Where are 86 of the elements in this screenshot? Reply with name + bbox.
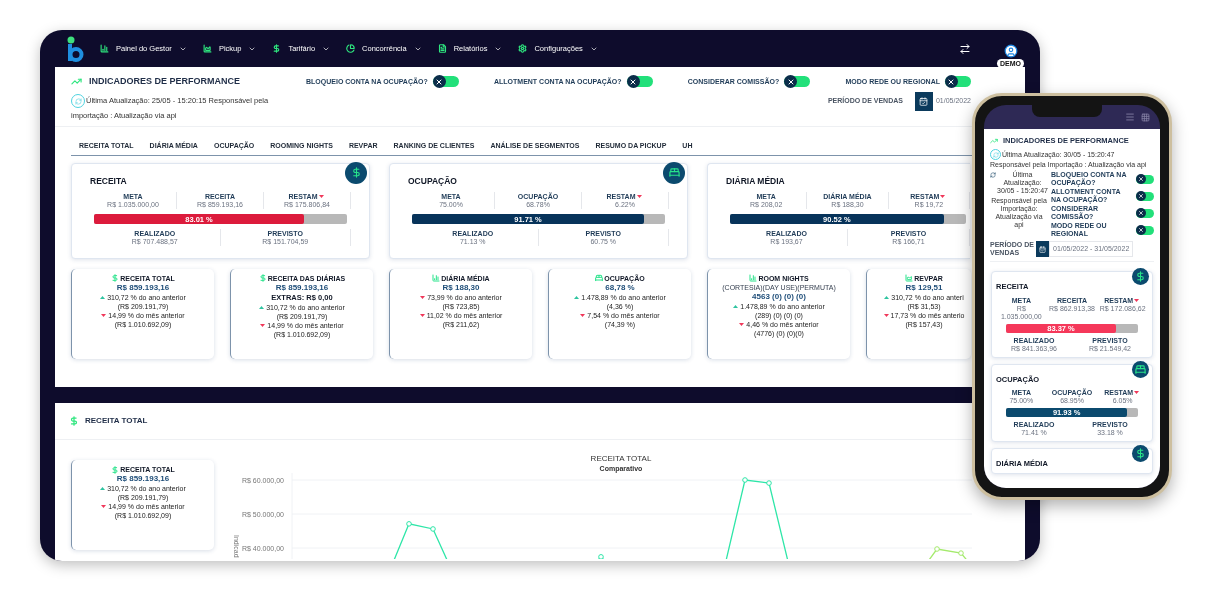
- card-value: R$ 859.193,16: [116, 282, 170, 293]
- down-caret-icon: [883, 313, 889, 317]
- up-caret-icon: [884, 295, 890, 299]
- down-caret-icon: [580, 313, 586, 317]
- toggle-switch[interactable]: [1136, 174, 1154, 184]
- toggle-switch[interactable]: [626, 76, 653, 88]
- trend-chart-icon: [990, 136, 998, 145]
- up-caret-icon: [100, 487, 106, 490]
- data-point: [958, 550, 964, 556]
- data-point: [766, 480, 772, 486]
- grid-icon[interactable]: [1141, 112, 1150, 122]
- pie-chart-icon: [346, 44, 356, 53]
- calendar-button[interactable]: [1036, 241, 1049, 258]
- down-caret-icon: [318, 195, 324, 199]
- card-title: OCUPAÇÃO: [408, 174, 457, 188]
- x-icon: [629, 77, 638, 86]
- down-caret-icon: [636, 195, 642, 199]
- bar-chart-icon: [432, 274, 441, 282]
- data-point: [934, 546, 940, 552]
- bar-chart-icon: [100, 44, 109, 53]
- avatar-icon[interactable]: [1003, 43, 1018, 58]
- card-value: R$ 129,51: [905, 282, 943, 293]
- up-caret-icon: [733, 304, 739, 308]
- calendar-icon: [919, 96, 929, 106]
- dollar-icon: [345, 161, 367, 184]
- area-chart-icon: [202, 44, 212, 53]
- down-caret-icon: [940, 195, 946, 199]
- x-icon: [947, 77, 956, 86]
- dollar-icon: [1132, 444, 1149, 462]
- bed-icon: [1132, 360, 1149, 378]
- down-caret-icon: [739, 322, 745, 326]
- x-icon: [1138, 176, 1144, 183]
- x-icon: [1138, 210, 1144, 217]
- dollar-icon: [272, 44, 282, 53]
- calendar-icon: [1039, 245, 1046, 253]
- data-point: [742, 477, 748, 483]
- chart-title: RECEITA TOTAL: [590, 454, 652, 464]
- toggle-switch[interactable]: [1136, 208, 1154, 218]
- refresh-icon[interactable]: [990, 172, 996, 179]
- up-caret-icon: [259, 305, 265, 309]
- card-value: R$ 859.193,16: [275, 282, 329, 293]
- settings-icon: [518, 44, 528, 53]
- dollar-icon: [111, 274, 120, 282]
- down-caret-icon: [419, 313, 425, 317]
- page-title: INDICADORES DE PERFORMANCE: [89, 75, 240, 88]
- bed-icon: [663, 161, 685, 184]
- dollar-icon: [1132, 268, 1149, 286]
- card-title: RECEITA: [90, 174, 127, 188]
- data-point: [406, 521, 412, 527]
- card-value: 68,78 %: [605, 282, 635, 293]
- down-caret-icon: [1134, 390, 1140, 394]
- toggle-switch[interactable]: [784, 76, 811, 88]
- down-caret-icon: [260, 323, 266, 327]
- refresh-icon: [74, 97, 82, 105]
- down-caret-icon: [101, 313, 107, 317]
- card-value: 4563 (0) (0) (0): [752, 291, 806, 302]
- x-icon: [1138, 227, 1144, 234]
- x-icon: [435, 77, 444, 86]
- toggle-switch[interactable]: [945, 76, 971, 88]
- x-icon: [1138, 193, 1144, 200]
- down-caret-icon: [420, 295, 426, 299]
- toggle-switch[interactable]: [1136, 225, 1154, 235]
- up-caret-icon: [574, 295, 580, 299]
- dollar-icon: [258, 274, 267, 282]
- x-icon: [786, 77, 795, 86]
- toggle-switch[interactable]: [432, 76, 459, 88]
- file-icon: [437, 44, 447, 53]
- bed-icon: [595, 274, 604, 282]
- calendar-button[interactable]: [914, 91, 933, 111]
- bar-chart-icon: [749, 274, 758, 282]
- up-caret-icon: [100, 295, 106, 299]
- card-title: DIÁRIA MÉDIA: [726, 174, 785, 188]
- dollar-icon: [69, 416, 79, 426]
- down-caret-icon: [1134, 298, 1140, 302]
- dollar-icon: [111, 465, 120, 474]
- toggle-switch[interactable]: [1136, 191, 1154, 201]
- data-point: [430, 526, 436, 532]
- logo-icon: [66, 35, 84, 62]
- card-value: R$ 859.193,16: [116, 474, 170, 484]
- phone-notch: [1032, 105, 1102, 117]
- refresh-icon: [992, 151, 999, 158]
- down-caret-icon: [101, 505, 107, 508]
- card-value: R$ 188,30: [442, 282, 480, 293]
- swap-icon[interactable]: [959, 42, 971, 55]
- section-title: RECEITA TOTAL: [85, 415, 148, 427]
- area-chart-icon: [905, 274, 914, 282]
